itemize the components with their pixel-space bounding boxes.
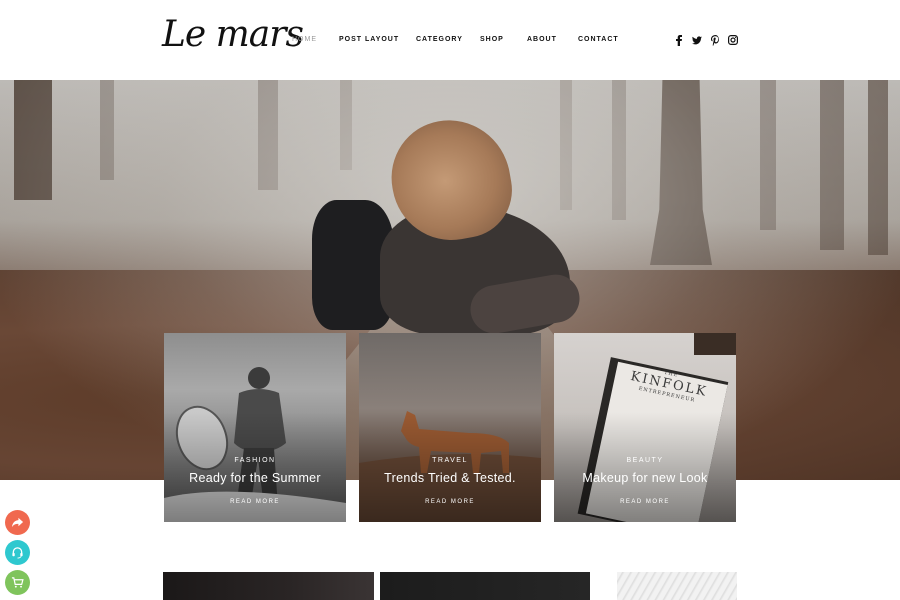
share-button[interactable] <box>5 510 30 535</box>
post-preview-image[interactable] <box>380 572 590 600</box>
cart-button[interactable] <box>5 570 30 595</box>
nav-category[interactable]: CATEGORY <box>416 36 480 43</box>
main-nav: HOME POST LAYOUT CATEGORY SHOP ABOUT CON… <box>292 36 619 43</box>
post-category[interactable]: TRAVEL <box>359 457 541 464</box>
post-title[interactable]: Trends Tried & Tested. <box>359 471 541 485</box>
read-more-link[interactable]: READ MORE <box>554 499 736 505</box>
share-icon <box>11 517 24 528</box>
featured-posts: FASHION Ready for the Summer READ MORE T… <box>164 333 737 522</box>
cart-icon <box>11 577 24 588</box>
pinterest-icon[interactable] <box>710 34 720 46</box>
post-category[interactable]: FASHION <box>164 457 346 464</box>
post-card-travel[interactable]: TRAVEL Trends Tried & Tested. READ MORE <box>359 333 541 522</box>
read-more-link[interactable]: READ MORE <box>359 499 541 505</box>
nav-about[interactable]: ABOUT <box>527 36 578 43</box>
social-links <box>674 34 738 46</box>
instagram-icon[interactable] <box>728 34 738 46</box>
sidebar-preview-image[interactable] <box>617 572 737 600</box>
nav-home[interactable]: HOME <box>292 36 339 43</box>
site-logo[interactable]: Le mars <box>162 14 304 55</box>
nav-shop[interactable]: SHOP <box>480 36 527 43</box>
site-header: Le mars HOME POST LAYOUT CATEGORY SHOP A… <box>0 0 900 80</box>
twitter-icon[interactable] <box>692 34 702 46</box>
card-gradient <box>554 412 736 522</box>
card-gradient <box>164 412 346 522</box>
read-more-link[interactable]: READ MORE <box>164 499 346 505</box>
post-title[interactable]: Makeup for new Look <box>554 471 736 485</box>
post-preview-image[interactable] <box>163 572 374 600</box>
post-category[interactable]: BEAUTY <box>554 457 736 464</box>
post-card-beauty[interactable]: THE KINFOLK ENTREPRENEUR BEAUTY Makeup f… <box>554 333 736 522</box>
post-card-fashion[interactable]: FASHION Ready for the Summer READ MORE <box>164 333 346 522</box>
post-title[interactable]: Ready for the Summer <box>164 471 346 485</box>
nav-post-layout[interactable]: POST LAYOUT <box>339 36 416 43</box>
card-gradient <box>359 412 541 522</box>
support-button[interactable] <box>5 540 30 565</box>
headset-icon <box>12 547 23 559</box>
nav-contact[interactable]: CONTACT <box>578 36 619 43</box>
facebook-icon[interactable] <box>674 34 684 46</box>
